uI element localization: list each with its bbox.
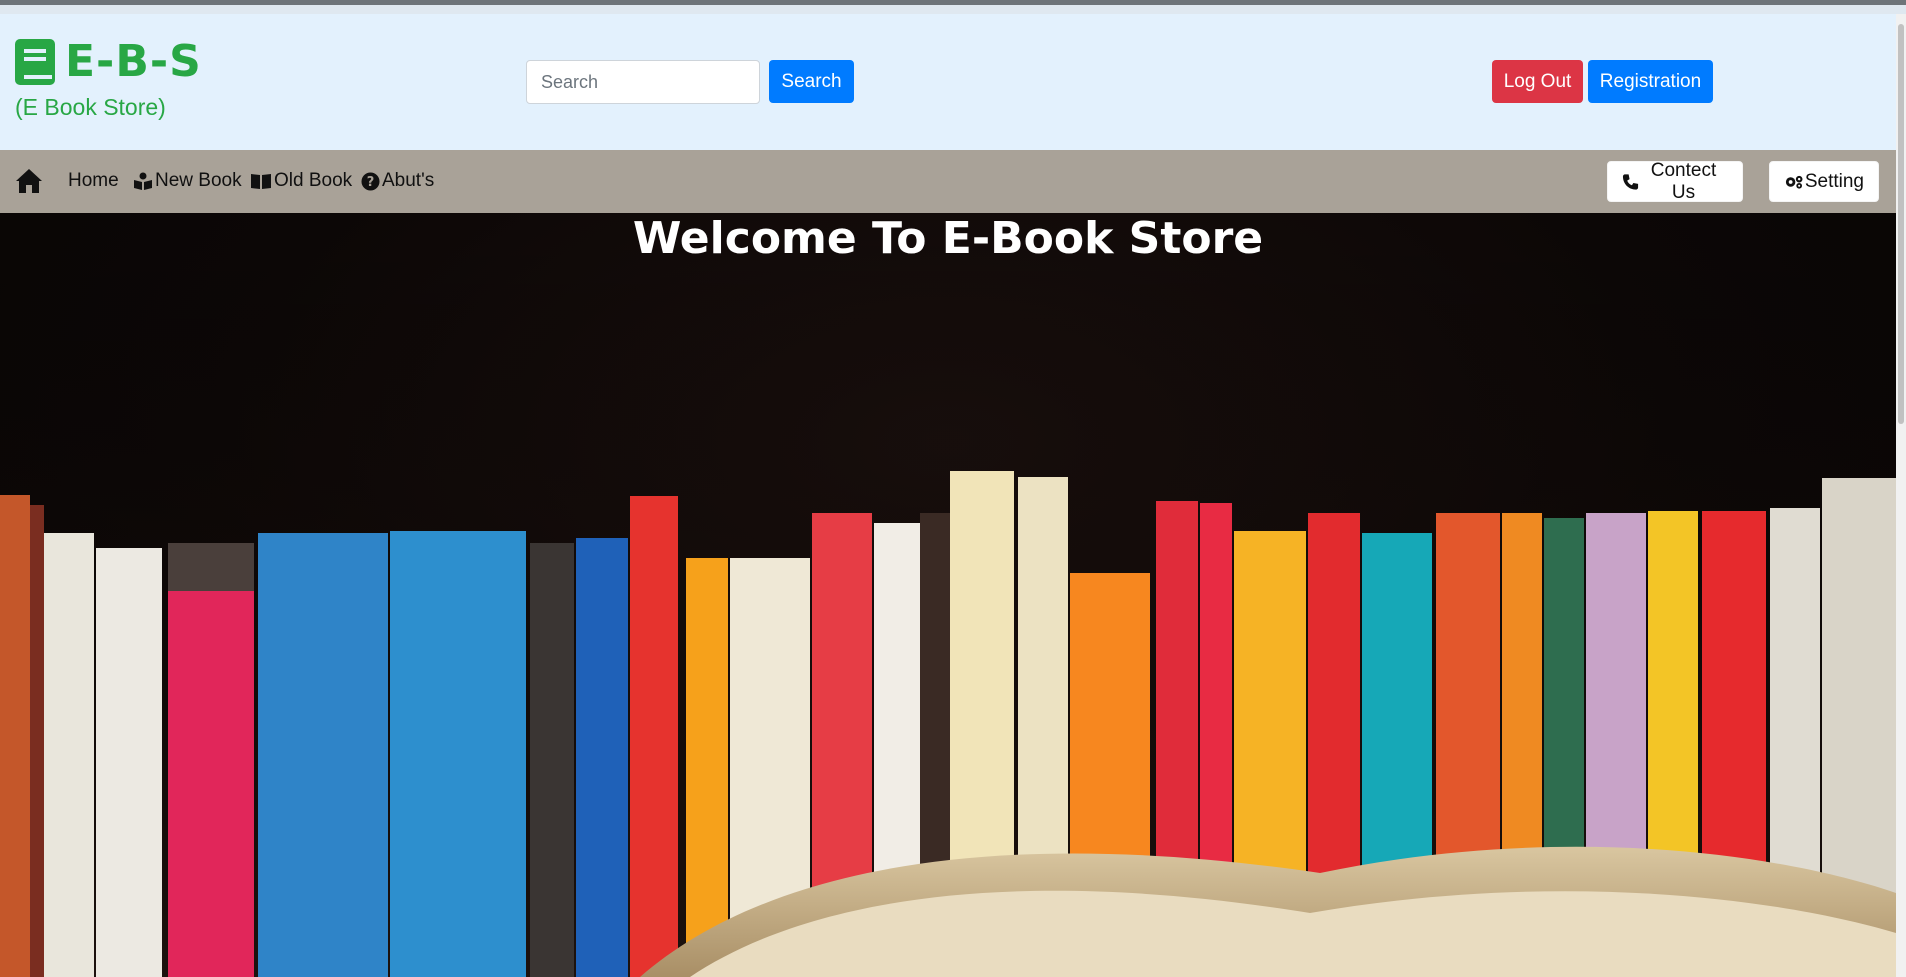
nav-item-home[interactable]: Home	[68, 170, 119, 192]
home-icon[interactable]	[15, 168, 43, 194]
brand-title: E-B-S	[65, 36, 202, 87]
reader-icon	[134, 172, 152, 190]
logout-button[interactable]: Log Out	[1492, 60, 1583, 103]
open-book-icon	[251, 174, 271, 189]
browser-top-edge	[0, 0, 1906, 5]
page-scrollbar[interactable]	[1896, 14, 1906, 977]
hero-banner: Welcome To E-Book Store	[0, 213, 1896, 977]
nav-item-label: Home	[68, 170, 119, 191]
nav-item-abuts[interactable]: ? Abut's	[361, 170, 434, 192]
question-circle-icon: ?	[361, 172, 380, 190]
setting-button[interactable]: Setting	[1769, 161, 1879, 202]
gears-icon	[1785, 175, 1803, 189]
nav-item-new-book[interactable]: New Book	[133, 170, 242, 192]
setting-label: Setting	[1804, 170, 1864, 192]
phone-icon	[1622, 173, 1639, 190]
brand-subtitle: (E Book Store)	[15, 94, 166, 120]
nav-item-label: New Book	[155, 170, 242, 191]
brand-header: E-B-S (E Book Store) Search Log Out Regi…	[0, 14, 1896, 150]
search-button[interactable]: Search	[769, 60, 854, 103]
site-logo[interactable]: E-B-S	[15, 36, 202, 87]
contact-us-button[interactable]: Contect Us	[1607, 159, 1743, 203]
bookshelf-image	[0, 213, 1896, 977]
search-input[interactable]	[526, 60, 760, 104]
nav-item-old-book[interactable]: Old Book	[250, 170, 352, 192]
scrollbar-thumb[interactable]	[1898, 24, 1904, 424]
book-icon	[15, 38, 55, 85]
main-navbar: Home New Book Old Book ? Abut's Contect …	[0, 150, 1896, 213]
contact-us-label: Contect Us	[1650, 159, 1717, 203]
nav-item-label: Abut's	[382, 170, 435, 191]
hero-title: Welcome To E-Book Store	[632, 213, 1264, 264]
svg-text:?: ?	[367, 175, 375, 190]
nav-item-label: Old Book	[274, 170, 353, 191]
registration-button[interactable]: Registration	[1588, 60, 1713, 103]
